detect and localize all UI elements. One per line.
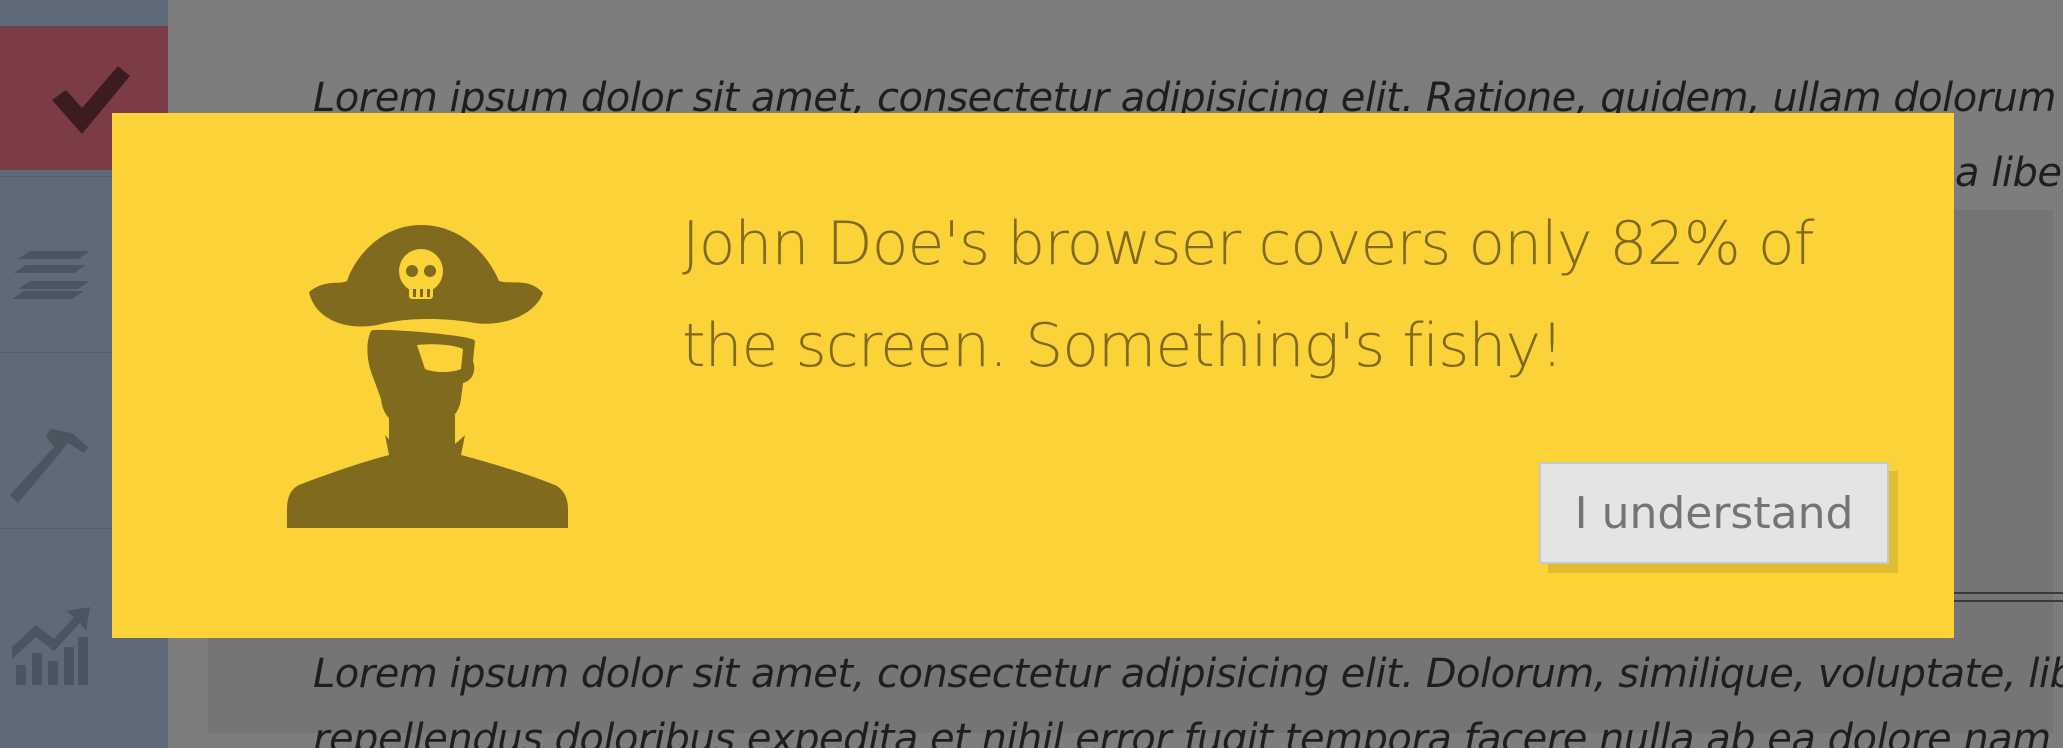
divider <box>1950 600 2063 602</box>
pirate-icon <box>287 225 568 528</box>
paragraph-text: repellendus doloribus expedita et nihil … <box>313 716 2051 748</box>
paragraph-text-fragment: a libe <box>1955 150 2062 196</box>
sidebar-top <box>0 0 168 26</box>
hammer-icon <box>10 429 88 503</box>
chart-growth-icon <box>12 607 90 685</box>
divider <box>1950 592 2063 594</box>
modal-message: John Doe's browser covers only 82% of th… <box>682 209 1815 381</box>
layers-icon <box>12 251 90 299</box>
warning-modal: John Doe's browser covers only 82% of th… <box>112 113 1954 638</box>
understand-button[interactable]: I understand <box>1539 462 1889 564</box>
paragraph-text: Lorem ipsum dolor sit amet, consectetur … <box>313 651 2063 697</box>
